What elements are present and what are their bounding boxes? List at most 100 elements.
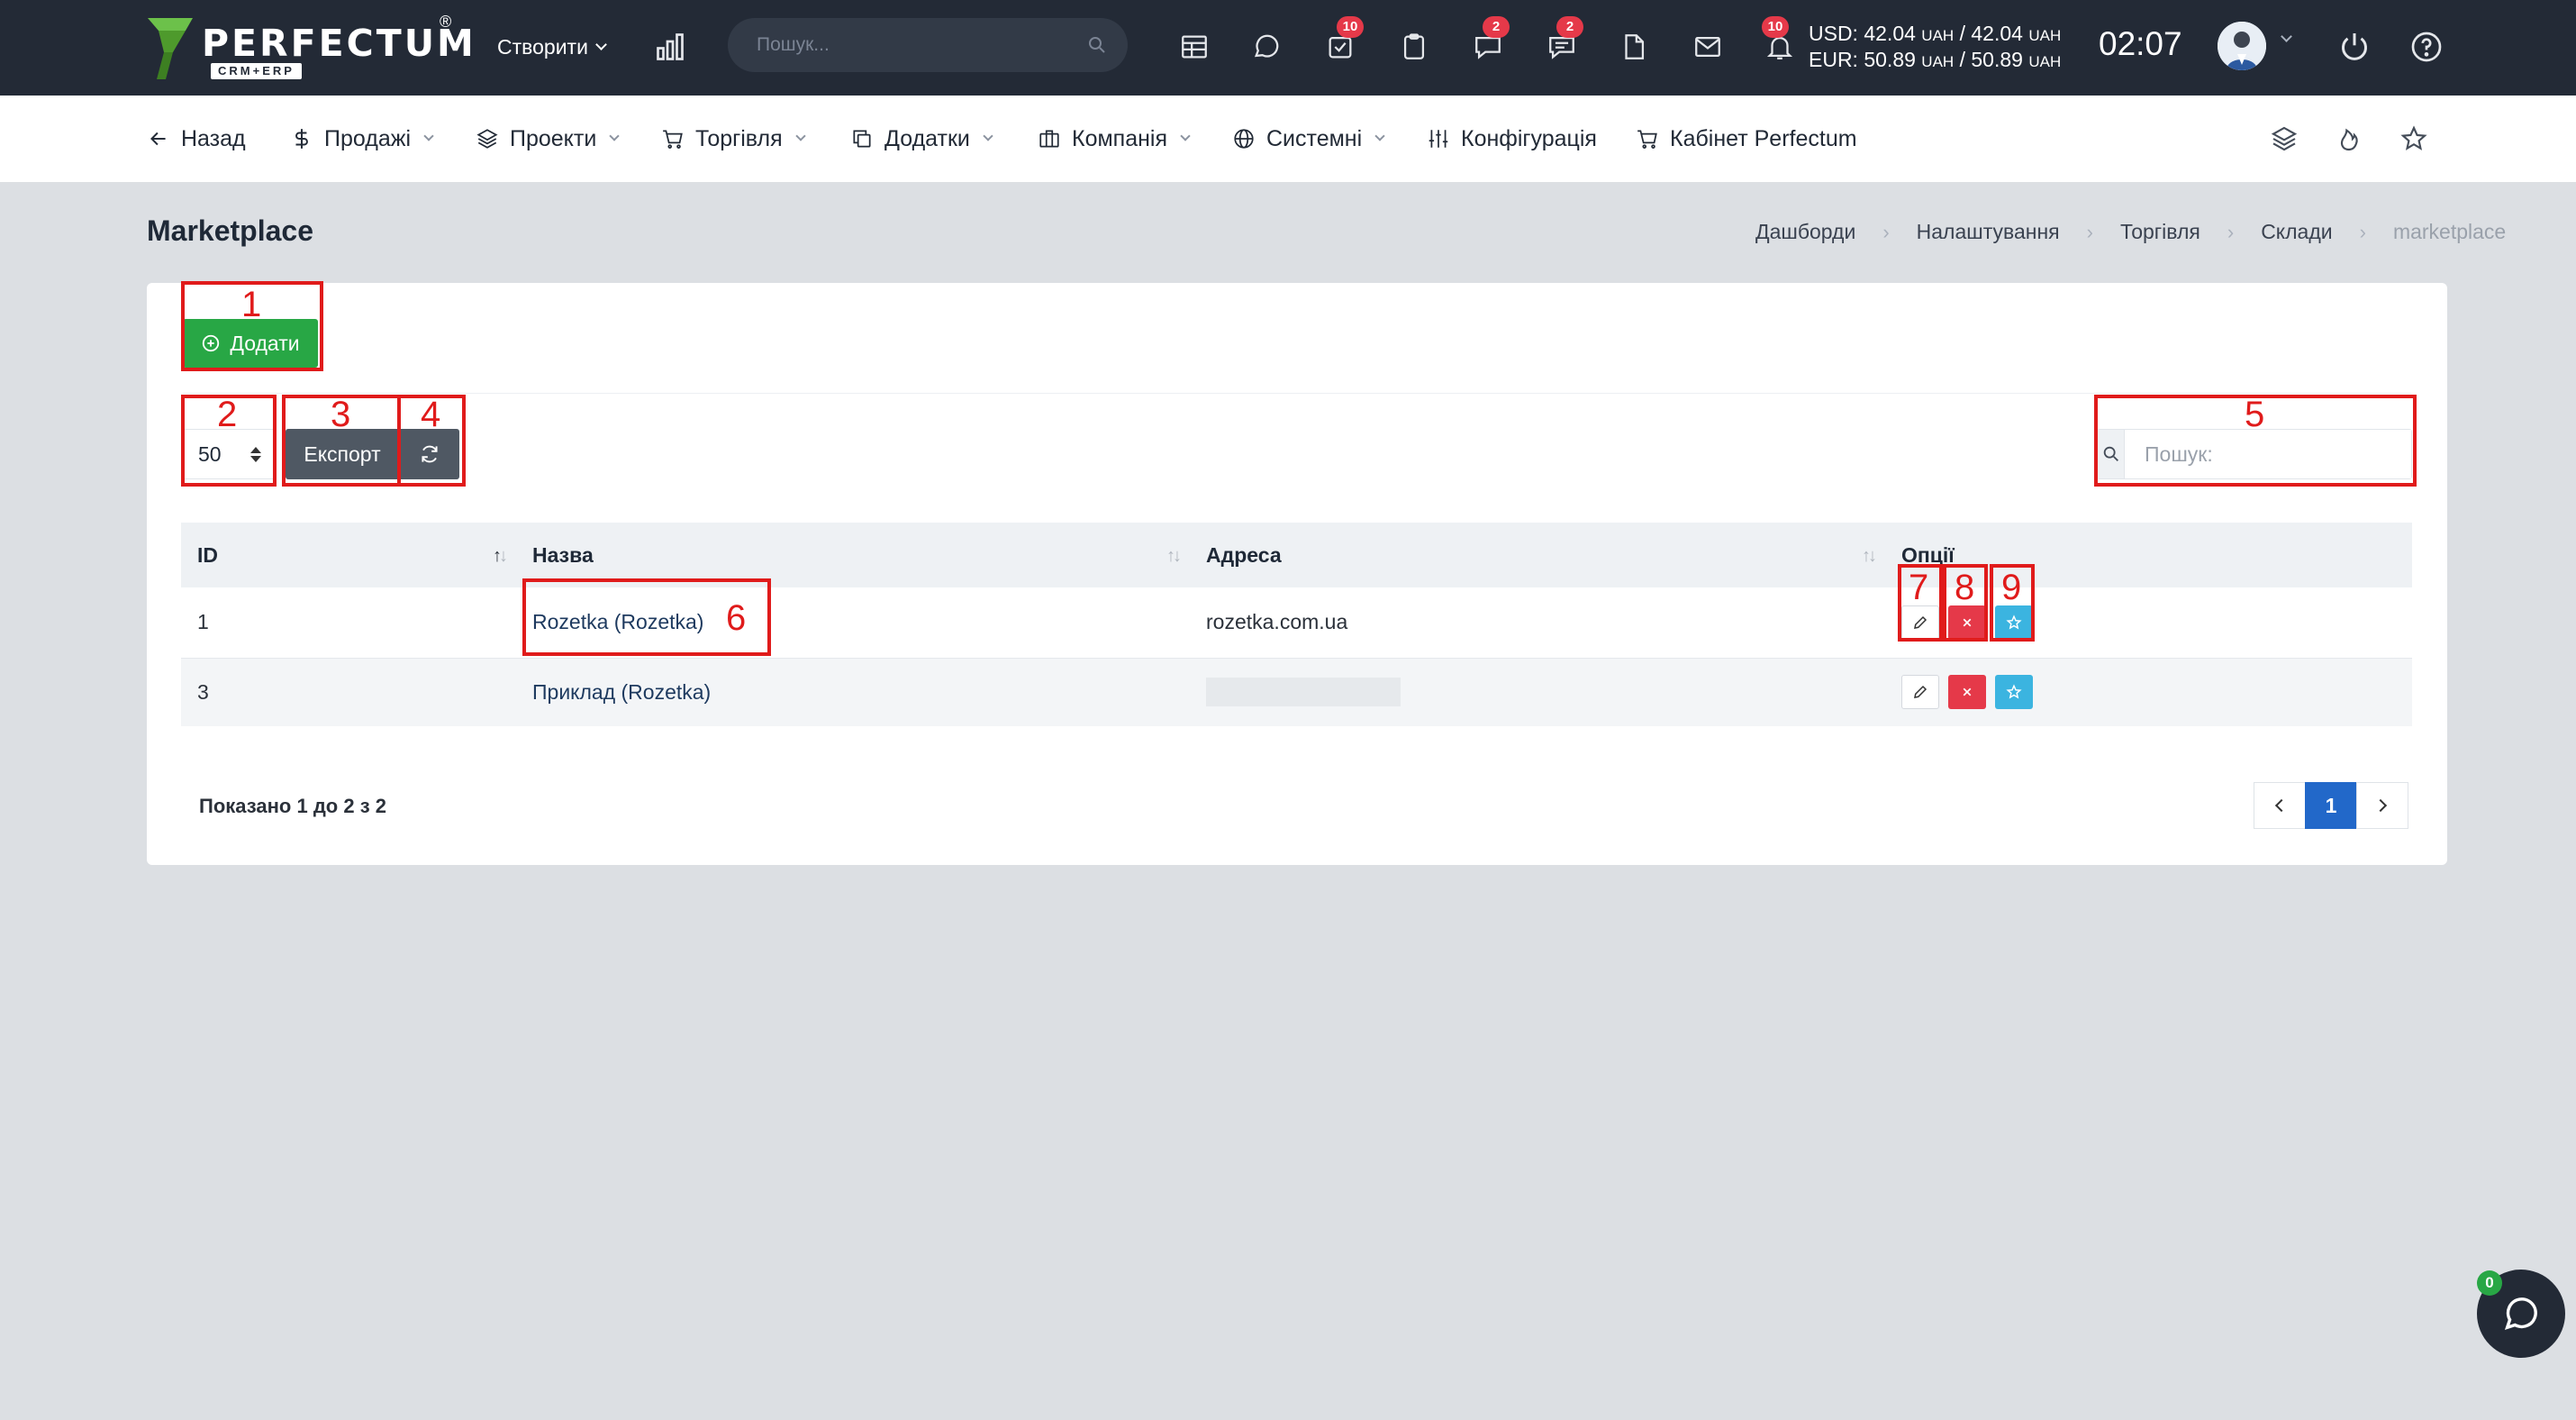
breadcrumb-item-settings[interactable]: Налаштування — [1917, 220, 2060, 244]
chevron-right-icon — [2373, 798, 2388, 813]
nav-projects[interactable]: Проекти — [476, 123, 620, 155]
favorite-button[interactable] — [1995, 675, 2033, 710]
marketplace-name-link[interactable]: Приклад (Rozetka) — [532, 680, 711, 704]
column-header-address[interactable]: Адреса ↑↓ — [1190, 523, 1885, 587]
copy-icon — [853, 130, 871, 148]
pagination-page[interactable]: 1 — [2305, 782, 2357, 829]
arrow-left-icon — [150, 132, 166, 146]
page-title: Marketplace — [147, 214, 313, 247]
table-row: 1 Rozetka (Rozetka) rozetka.com.ua — [181, 587, 2412, 659]
table-search-input[interactable] — [2125, 430, 2411, 478]
clipboard-button[interactable] — [1396, 29, 1432, 65]
notifications-button[interactable]: 10 — [1762, 16, 1798, 65]
notifications-badge: 10 — [1762, 16, 1789, 38]
help-icon[interactable] — [2408, 29, 2444, 65]
nav-company[interactable]: Компанія — [1038, 123, 1191, 155]
mail-button[interactable] — [1690, 29, 1726, 65]
document-icon — [1625, 34, 1645, 59]
page-length-select[interactable]: 50 — [183, 429, 277, 479]
export-button[interactable]: Експорт — [286, 429, 399, 479]
avatar[interactable] — [2218, 22, 2266, 70]
currency-rates: USD: 42.04 UAH / 42.04 UAH EUR: 50.89 UA… — [1809, 22, 2061, 74]
globe-icon — [1234, 129, 1254, 149]
sliders-icon — [1429, 130, 1448, 148]
pagination: 1 — [2254, 782, 2408, 829]
table-info: Показано 1 до 2 з 2 — [199, 795, 386, 817]
pagination-prev[interactable] — [2254, 782, 2306, 829]
chevron-down-icon — [983, 131, 993, 141]
bar-chart-icon[interactable] — [654, 31, 686, 63]
logo[interactable]: PERFECTUM ® CRM+ERP — [146, 13, 474, 81]
refresh-button[interactable] — [400, 429, 459, 479]
column-header-options: Опції — [1885, 523, 2412, 587]
nav-back[interactable]: Назад — [147, 123, 246, 155]
column-header-name[interactable]: Назва ↑↓ — [516, 523, 1190, 587]
sort-icon: ↑↓ — [1862, 546, 1877, 566]
chat-button[interactable] — [1248, 29, 1284, 65]
close-icon — [1963, 618, 1972, 627]
content-card: Додати 50 Експорт ID↑↓ Назва↑↓ Адреса↑↓ … — [147, 283, 2447, 865]
logo-mark-icon — [148, 18, 193, 79]
sort-icon: ↑↓ — [493, 546, 508, 566]
documents-button[interactable] — [1616, 29, 1652, 65]
cart-icon — [1637, 130, 1657, 149]
star-icon — [2006, 684, 2022, 699]
mail-icon — [1695, 36, 1720, 58]
chevron-down-icon — [1180, 131, 1191, 141]
nav-trade[interactable]: Торгівля — [661, 123, 806, 155]
discussions-button[interactable]: 2 — [1544, 16, 1583, 65]
add-button[interactable]: Додати — [183, 319, 318, 368]
dollar-icon — [295, 129, 308, 149]
edit-button[interactable] — [1901, 605, 1939, 640]
nav-cabinet[interactable]: Кабінет Perfectum — [1636, 123, 1857, 155]
nav-addons[interactable]: Додатки — [850, 123, 993, 155]
breadcrumb-item-warehouses[interactable]: Склади — [2261, 220, 2332, 244]
delete-button[interactable] — [1948, 605, 1986, 640]
delete-button[interactable] — [1948, 675, 1986, 710]
plus-circle-icon — [203, 334, 220, 352]
flame-icon[interactable] — [2335, 124, 2363, 153]
calendar-button[interactable] — [1176, 29, 1212, 65]
table-row: 3 Приклад (Rozetka) — [181, 658, 2412, 726]
refresh-icon — [422, 445, 438, 463]
star-icon[interactable] — [2399, 124, 2428, 153]
edit-button[interactable] — [1901, 675, 1939, 710]
discussions-badge: 2 — [1556, 16, 1583, 38]
layers-icon[interactable] — [2270, 124, 2299, 153]
pagination-next[interactable] — [2356, 782, 2408, 829]
star-icon — [2006, 614, 2022, 630]
logo-wordmark: PERFECTUM — [202, 22, 476, 65]
top-bar: PERFECTUM ® CRM+ERP Створити 10 2 2 — [0, 0, 2576, 96]
nav-sales[interactable]: Продажі — [290, 123, 434, 155]
column-header-id[interactable]: ID ↑↓ — [181, 523, 516, 587]
layers-icon — [476, 129, 498, 149]
search-icon[interactable] — [1086, 34, 1108, 56]
address-redacted — [1206, 678, 1401, 707]
clipboard-icon — [1403, 33, 1425, 59]
nav-config[interactable]: Конфігурація — [1427, 123, 1597, 155]
power-icon[interactable] — [2336, 29, 2372, 65]
chevron-down-icon[interactable] — [2281, 31, 2292, 42]
chat-bubble-icon — [1254, 34, 1279, 58]
table-search[interactable] — [2097, 429, 2412, 479]
eur-rate: EUR: 50.89 UAH / 50.89 UAH — [1809, 48, 2062, 71]
divider — [183, 393, 2411, 394]
tasks-button[interactable]: 10 — [1322, 16, 1364, 65]
create-dropdown[interactable]: Створити — [497, 29, 607, 65]
support-badge: 2 — [1483, 16, 1510, 38]
nav-system[interactable]: Системні — [1232, 123, 1385, 155]
breadcrumb-separator: › — [2359, 220, 2366, 243]
global-search-input[interactable] — [757, 34, 1086, 56]
cell-id: 1 — [181, 587, 516, 659]
add-button-label: Додати — [230, 331, 300, 355]
cell-address: rozetka.com.ua — [1190, 587, 1885, 659]
breadcrumb-item-dashboards[interactable]: Дашборди — [1755, 220, 1855, 244]
global-search[interactable] — [728, 18, 1128, 72]
breadcrumb-item-trade[interactable]: Торгівля — [2120, 220, 2200, 244]
breadcrumb-separator: › — [1882, 220, 1890, 243]
briefcase-icon — [1039, 130, 1059, 148]
chevron-down-icon — [794, 131, 806, 141]
support-button[interactable]: 2 — [1470, 16, 1510, 65]
favorite-button[interactable] — [1995, 605, 2033, 640]
marketplace-name-link[interactable]: Rozetka (Rozetka) — [532, 610, 703, 633]
